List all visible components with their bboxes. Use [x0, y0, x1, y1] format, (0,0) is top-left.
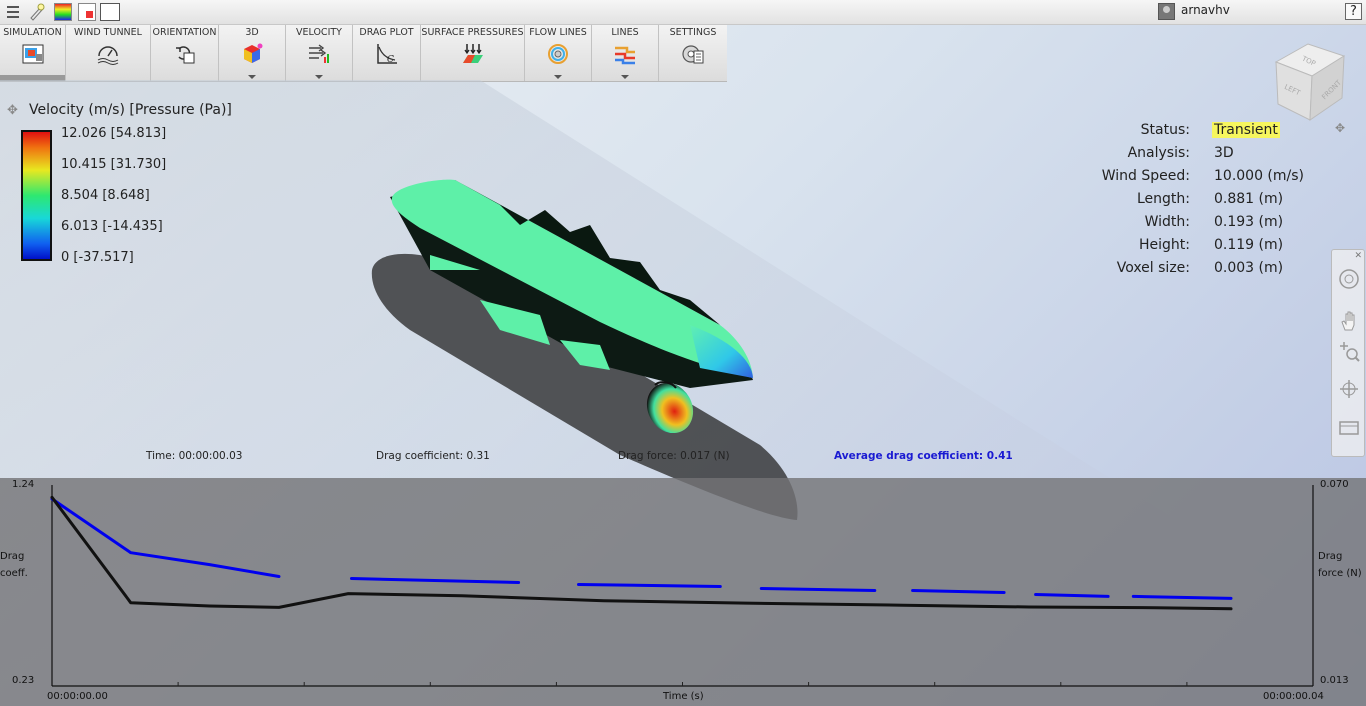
cube-move-icon[interactable]: ✥: [1335, 121, 1345, 135]
height-label: Height:: [1139, 237, 1190, 253]
pan-hand-icon[interactable]: [1338, 310, 1360, 332]
height-value: 0.119 (m): [1214, 237, 1284, 253]
chevron-down-icon[interactable]: [248, 75, 256, 79]
x-start-label: 00:00:00.00: [47, 691, 108, 702]
tab-velocity[interactable]: VELOCITY: [286, 25, 353, 81]
ship-hull: [390, 179, 753, 434]
window-icon[interactable]: [78, 3, 96, 21]
series-line-0: [1034, 593, 1110, 598]
wind-tunnel-icon: [97, 46, 119, 65]
show-motion-icon[interactable]: [1338, 416, 1360, 438]
width-value: 0.193 (m): [1214, 214, 1284, 230]
wind-speed-value: 10.000 (m/s): [1214, 168, 1305, 184]
tab-wind-tunnel[interactable]: WIND TUNNEL: [66, 25, 151, 81]
drag-force-readout: Drag force: 0.017 (N): [618, 450, 730, 462]
steering-wheel-icon[interactable]: [1338, 268, 1360, 290]
color-scale-bar: [21, 130, 52, 261]
blank-view-icon[interactable]: [100, 3, 120, 21]
move-handle-icon[interactable]: ✥: [7, 103, 18, 118]
orientation-icon: [175, 46, 194, 64]
status-label: Status:: [1140, 122, 1190, 138]
series-line-0: [350, 577, 521, 584]
simulation-icon: [22, 44, 43, 64]
color-scale-icon[interactable]: [54, 3, 72, 21]
y-right-title-2: force (N): [1318, 568, 1362, 579]
wind-speed-label: Wind Speed:: [1101, 168, 1190, 184]
legend-label-4: 6.013 [-14.435]: [61, 219, 163, 234]
drag-chart: [50, 485, 1314, 687]
status-badge: Transient: [1212, 122, 1280, 138]
series-line-0: [577, 583, 722, 588]
drag-coefficient-readout: Drag coefficient: 0.31: [376, 450, 490, 462]
chevron-down-icon[interactable]: [315, 75, 323, 79]
voxel-size-value: 0.003 (m): [1214, 260, 1284, 276]
y-left-max-label: 1.24: [12, 479, 35, 490]
analysis-label: Analysis:: [1127, 145, 1190, 161]
y-left-title-1: Drag: [0, 551, 25, 562]
y-left-title-2: coeff.: [0, 568, 28, 579]
user-name[interactable]: arnavhv: [1181, 3, 1230, 17]
zoom-icon[interactable]: [1338, 340, 1360, 362]
flow-lines-icon: [548, 44, 568, 64]
tab-orientation[interactable]: ORIENTATION: [151, 25, 219, 81]
length-label: Length:: [1136, 191, 1190, 207]
y-left-min-label: 0.23: [12, 675, 35, 686]
menu-icon[interactable]: [4, 3, 22, 21]
series-line-0: [759, 587, 877, 592]
tab-lines[interactable]: LINES: [592, 25, 659, 81]
legend-label-3: 8.504 [8.648]: [61, 188, 150, 203]
wand-icon[interactable]: [28, 3, 46, 21]
legend-label-2: 10.415 [31.730]: [61, 157, 167, 172]
average-drag-readout: Average drag coefficient: 0.41: [834, 450, 1013, 462]
close-icon[interactable]: ✕: [1354, 251, 1362, 261]
legend-title: Velocity (m/s) [Pressure (Pa)]: [29, 102, 232, 118]
legend-label-min: 0 [-37.517]: [61, 250, 134, 265]
view-cube[interactable]: TOP LEFT FRONT: [1268, 40, 1352, 124]
svg-text:C: C: [387, 55, 394, 65]
help-button[interactable]: ?: [1345, 3, 1362, 20]
series-line-0: [1131, 594, 1233, 600]
ribbon-toolbar: SIMULATION WIND TUNNEL ORIENTATION 3D VE…: [0, 25, 727, 82]
tab-surface-pressures[interactable]: SURFACE PRESSURES: [421, 25, 525, 81]
chevron-down-icon[interactable]: [621, 75, 629, 79]
tab-settings[interactable]: SETTINGS: [659, 25, 727, 81]
x-end-label: 00:00:00.04: [1263, 691, 1324, 702]
y-right-title-1: Drag: [1318, 551, 1343, 562]
cube-3d-icon: [244, 43, 263, 63]
avatar[interactable]: [1158, 3, 1175, 20]
legend-label-max: 12.026 [54.813]: [61, 126, 167, 141]
analysis-value: 3D: [1214, 145, 1234, 161]
surface-pressure-icon: [462, 44, 483, 63]
time-readout: Time: 00:00:00.03: [146, 450, 243, 462]
settings-icon: [682, 45, 704, 64]
series-line-1: [50, 495, 1233, 611]
tab-simulation[interactable]: SIMULATION: [0, 25, 66, 81]
y-right-max-label: 0.070: [1320, 479, 1349, 490]
series-line-0: [911, 589, 1006, 594]
velocity-icon: [309, 44, 329, 63]
width-label: Width:: [1144, 214, 1190, 230]
lines-icon: [615, 46, 635, 65]
x-axis-title: Time (s): [663, 691, 704, 702]
y-right-min-label: 0.013: [1320, 675, 1349, 686]
drag-plot-icon: C: [376, 44, 397, 65]
tab-drag-plot[interactable]: DRAG PLOT C: [353, 25, 421, 81]
chevron-down-icon[interactable]: [554, 75, 562, 79]
tab-3d[interactable]: 3D: [219, 25, 286, 81]
orbit-icon[interactable]: [1338, 378, 1360, 400]
tab-flow-lines[interactable]: FLOW LINES: [525, 25, 592, 81]
navigation-bar: ✕: [1331, 249, 1365, 457]
voxel-size-label: Voxel size:: [1116, 260, 1190, 276]
length-value: 0.881 (m): [1214, 191, 1284, 207]
top-bar: arnavhv ?: [0, 0, 1366, 25]
series-line-0: [50, 497, 281, 578]
